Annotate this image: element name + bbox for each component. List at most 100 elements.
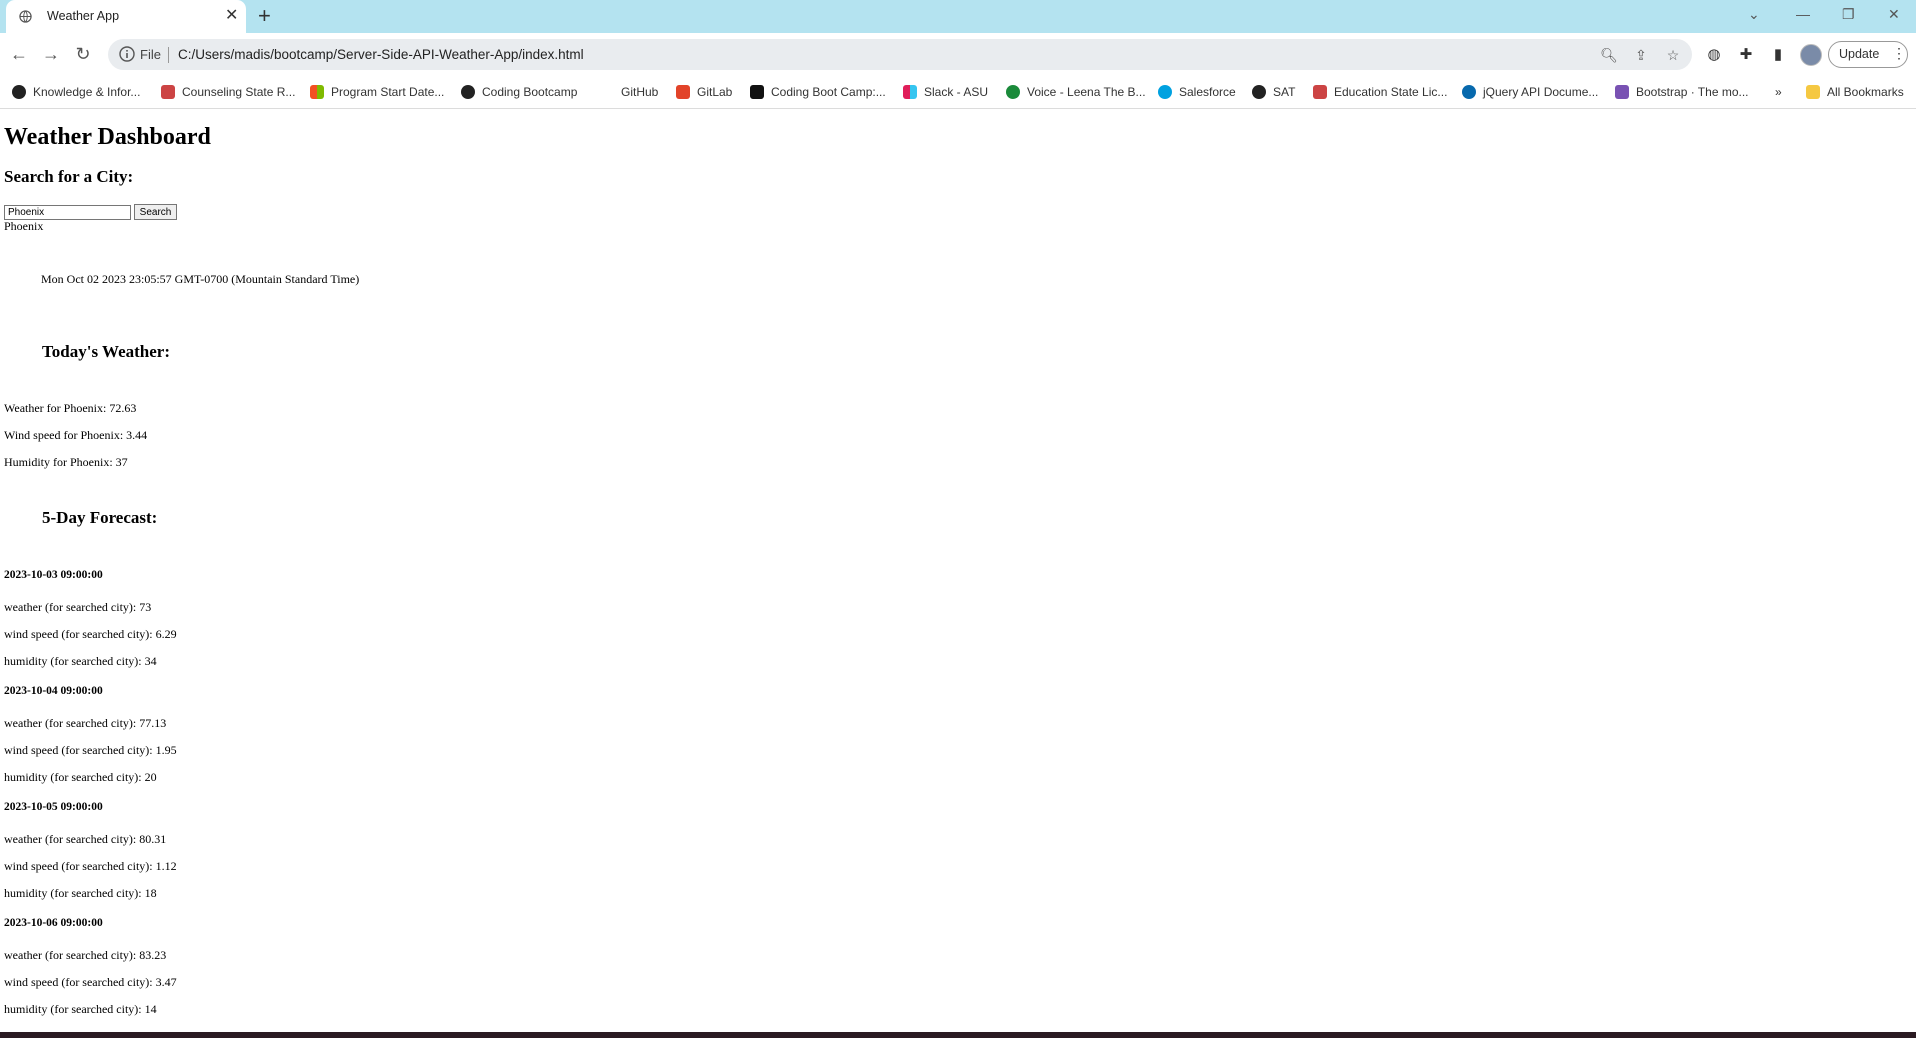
gitlab-icon [676, 85, 690, 99]
bookmark-star-icon[interactable]: ☆ [1663, 45, 1683, 65]
today-wind: Wind speed for Phoenix: 3.44 [4, 428, 148, 442]
bookmark-item[interactable]: GitLab [676, 83, 732, 101]
forecast-date: 2023-10-04 09:00:00 [4, 685, 103, 697]
salesforce-icon [1158, 85, 1172, 99]
reload-icon[interactable]: ↻ [71, 42, 95, 66]
bookmark-label: Bootstrap · The mo... [1636, 85, 1749, 99]
all-bookmarks-label: All Bookmarks [1827, 85, 1904, 99]
current-date: Mon Oct 02 2023 23:05:57 GMT-0700 (Mount… [41, 272, 360, 286]
bootstrap-icon [1615, 85, 1629, 99]
forecast-humidity: humidity (for searched city): 18 [4, 886, 157, 900]
github-icon [12, 85, 26, 99]
forecast-weather: weather (for searched city): 73 [4, 600, 152, 614]
forecast-heading: 5-Day Forecast: [42, 508, 158, 527]
page-title: Weather Dashboard [4, 124, 211, 150]
url-input[interactable] [178, 39, 1178, 70]
page-content: Weather Dashboard Search for a City: Sea… [0, 108, 1916, 1032]
bookmark-item[interactable]: jQuery API Docume... [1462, 83, 1598, 101]
forecast-weather: weather (for searched city): 83.23 [4, 948, 167, 962]
asu-icon [1313, 85, 1327, 99]
profile-avatar[interactable] [1800, 44, 1822, 66]
side-panel-icon[interactable]: ▮ [1768, 44, 1788, 64]
extension-icon[interactable]: ◍ [1704, 44, 1724, 64]
forecast-weather: weather (for searched city): 80.31 [4, 832, 167, 846]
github-icon [461, 85, 475, 99]
bookmark-item[interactable]: SAT [1252, 83, 1295, 101]
bookmark-label: GitHub [621, 85, 659, 99]
voice-icon [1006, 85, 1020, 99]
share-icon[interactable]: ⇪ [1631, 45, 1651, 65]
bookmark-label: Salesforce [1179, 85, 1236, 99]
bookmark-item[interactable]: Program Start Date... [310, 83, 444, 101]
bookmark-item[interactable]: Education State Lic... [1313, 83, 1447, 101]
bookmark-label: SAT [1273, 85, 1296, 99]
search-button[interactable]: Search [134, 204, 177, 220]
today-humidity: Humidity for Phoenix: 37 [4, 455, 128, 469]
bookmark-label: Counseling State R... [182, 85, 296, 99]
today-weather: Weather for Phoenix: 72.63 [4, 401, 137, 415]
bookmark-label: jQuery API Docume... [1483, 85, 1599, 99]
tab-close-icon[interactable]: ✕ [225, 6, 238, 26]
bookmark-label: Knowledge & Infor... [33, 85, 141, 99]
bookmark-label: Slack - ASU [924, 85, 989, 99]
taskbar-edge [0, 1032, 1916, 1038]
site-info-icon[interactable] [118, 45, 136, 63]
menu-dots-icon[interactable]: ⋮ [1892, 45, 1906, 62]
asu-icon [161, 85, 175, 99]
minimize-icon[interactable]: — [1796, 5, 1810, 23]
tab-search-chevron-icon[interactable]: ⌄ [1748, 5, 1760, 23]
tab-weather-app[interactable]: Weather App ✕ [6, 0, 246, 33]
url-scheme-label: File [140, 47, 161, 62]
search-heading: Search for a City: [4, 167, 134, 186]
slack-icon [903, 85, 917, 99]
bookmark-item[interactable]: Bootstrap · The mo... [1615, 83, 1749, 101]
forecast-date: 2023-10-03 09:00:00 [4, 569, 103, 581]
github-icon [1252, 85, 1266, 99]
forward-icon[interactable]: → [39, 42, 63, 66]
extensions-puzzle-icon[interactable]: ✚ [1736, 44, 1756, 64]
forecast-weather: weather (for searched city): 77.13 [4, 716, 167, 730]
city-search-input[interactable] [4, 205, 131, 220]
tab-title: Weather App [47, 9, 120, 23]
bookmark-item[interactable]: GitHub [600, 83, 658, 101]
bookmark-item[interactable]: Voice - Leena The B... [1006, 83, 1146, 101]
close-window-icon[interactable]: ✕ [1888, 5, 1900, 23]
forecast-date: 2023-10-05 09:00:00 [4, 801, 103, 813]
address-bar[interactable]: File 🔍︎ ⇪ ☆ [108, 39, 1692, 70]
bookmarks-overflow-button[interactable]: » [1775, 83, 1782, 101]
forecast-wind: wind speed (for searched city): 1.95 [4, 743, 177, 757]
bookmark-item[interactable]: Coding Boot Camp:... [750, 83, 886, 101]
forecast-humidity: humidity (for searched city): 20 [4, 770, 157, 784]
new-tab-icon[interactable]: + [258, 3, 271, 29]
blank-icon [600, 85, 614, 99]
bookmarks-bar: Knowledge & Infor... Counseling State R.… [0, 76, 1916, 109]
bookmark-label: Voice - Leena The B... [1027, 85, 1146, 99]
forecast-humidity: humidity (for searched city): 34 [4, 654, 157, 668]
bookmark-label: Coding Boot Camp:... [771, 85, 886, 99]
bookmark-item[interactable]: Counseling State R... [161, 83, 295, 101]
all-bookmarks-button[interactable]: All Bookmarks [1806, 83, 1904, 101]
update-label: Update [1839, 47, 1880, 61]
bookmark-item[interactable]: Coding Bootcamp [461, 83, 577, 101]
overflow-label: » [1775, 85, 1782, 99]
bootcamp-icon [750, 85, 764, 99]
forecast-wind: wind speed (for searched city): 1.12 [4, 859, 177, 873]
forecast-wind: wind speed (for searched city): 3.47 [4, 975, 177, 989]
globe-icon [19, 10, 32, 23]
city-name: Phoenix [4, 219, 44, 233]
bookmark-label: Education State Lic... [1334, 85, 1448, 99]
forecast-date: 2023-10-06 09:00:00 [4, 917, 103, 929]
restore-icon[interactable]: ❐ [1842, 5, 1855, 23]
back-icon[interactable]: ← [7, 42, 31, 66]
bookmark-item[interactable]: Knowledge & Infor... [12, 83, 140, 101]
forecast-wind: wind speed (for searched city): 6.29 [4, 627, 177, 641]
zoom-icon[interactable]: 🔍︎ [1599, 45, 1619, 65]
url-separator [168, 47, 169, 63]
bookmark-item[interactable]: Salesforce [1158, 83, 1236, 101]
bookmark-label: GitLab [697, 85, 733, 99]
folder-icon [1806, 85, 1820, 99]
bookmark-item[interactable]: Slack - ASU [903, 83, 988, 101]
forecast-humidity: humidity (for searched city): 14 [4, 1002, 157, 1016]
update-button[interactable]: Update ⋮ [1828, 41, 1908, 68]
microsoft-icon [310, 85, 324, 99]
